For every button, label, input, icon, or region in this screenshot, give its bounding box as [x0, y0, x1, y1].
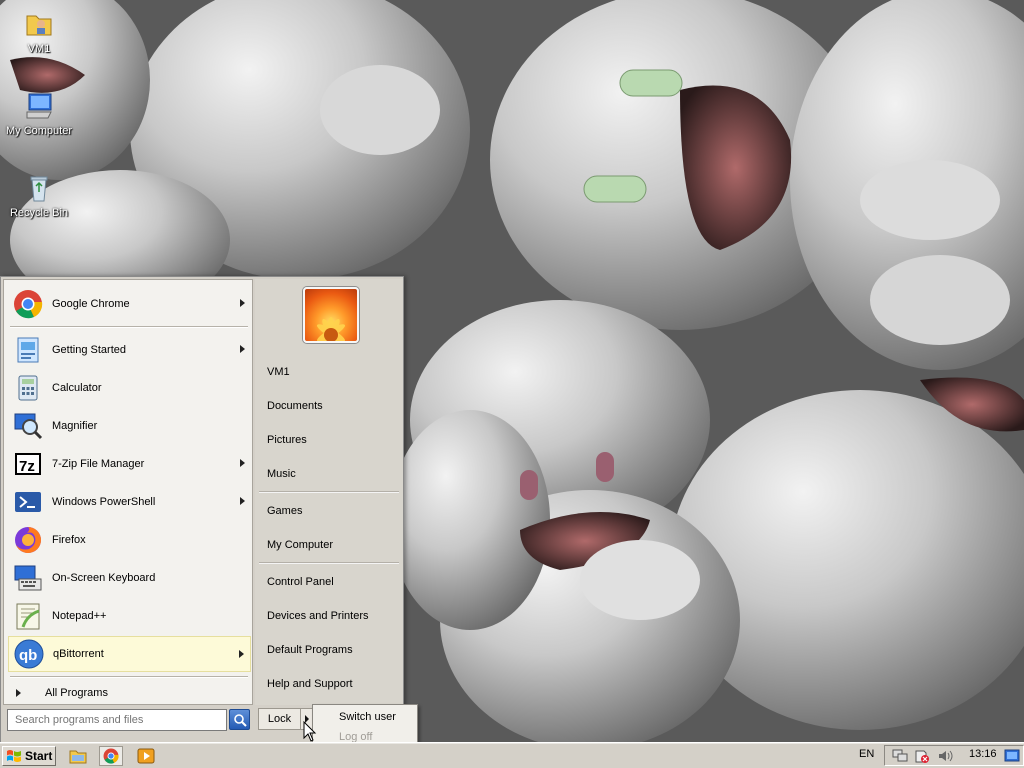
start-item-label: On-Screen Keyboard — [52, 572, 156, 584]
desktop-icon-label: VM1 — [27, 43, 51, 55]
start-item-onscreen-keyboard[interactable]: On-Screen Keyboard — [8, 560, 251, 596]
flower-avatar-icon — [317, 317, 345, 341]
desktop-icon-label: My Computer — [5, 125, 73, 137]
start-item-google-chrome[interactable]: Google Chrome — [8, 286, 251, 322]
submenu-arrow-icon — [239, 650, 244, 658]
start-search-input[interactable] — [7, 709, 227, 731]
submenu-arrow-icon — [240, 497, 245, 505]
language-indicator[interactable]: EN — [859, 748, 874, 760]
start-item-notepad-plus-plus[interactable]: Notepad++ — [8, 598, 251, 634]
network-icon[interactable] — [892, 749, 908, 763]
start-label: Start — [25, 749, 53, 763]
chrome-icon — [103, 748, 119, 764]
recycle-bin-icon — [23, 172, 55, 204]
qbittorrent-icon: qb — [13, 638, 45, 670]
places-item-user[interactable]: VM1 — [267, 362, 399, 382]
start-menu-places-pane: VM1 Documents Pictures Music Games My Co… — [255, 279, 403, 705]
start-item-label: 7-Zip File Manager — [52, 458, 145, 470]
show-desktop-icon[interactable] — [1004, 748, 1020, 764]
calculator-icon — [12, 372, 44, 404]
desktop-icon-my-computer[interactable]: My Computer — [1, 90, 77, 137]
start-item-powershell[interactable]: Windows PowerShell — [8, 484, 251, 520]
start-button[interactable]: Start — [2, 746, 56, 766]
start-item-label: Getting Started — [52, 344, 126, 356]
start-item-label: Magnifier — [52, 420, 98, 432]
getting-started-icon — [12, 334, 44, 366]
windows-flag-icon — [7, 750, 21, 762]
user-picture[interactable] — [303, 287, 359, 343]
taskbar-clock[interactable]: 13:16 — [969, 748, 997, 760]
start-item-getting-started[interactable]: Getting Started — [8, 332, 251, 368]
start-item-firefox[interactable]: Firefox — [8, 522, 251, 558]
media-player-icon — [137, 748, 155, 764]
svg-text:7z: 7z — [19, 458, 35, 475]
start-item-label: qBittorrent — [53, 648, 104, 660]
keyboard-icon — [12, 562, 44, 594]
places-item-devices-printers[interactable]: Devices and Printers — [267, 606, 399, 626]
submenu-arrow-icon — [240, 459, 245, 467]
search-icon — [233, 713, 247, 727]
quick-launch-media-player[interactable] — [134, 746, 158, 766]
notepad-plus-plus-icon — [12, 600, 44, 632]
volume-icon[interactable] — [938, 749, 954, 763]
quick-launch-chrome[interactable] — [99, 746, 123, 766]
search-button[interactable] — [229, 709, 250, 730]
start-item-7zip[interactable]: 7z 7-Zip File Manager — [8, 446, 251, 482]
menu-item-switch-user[interactable]: Switch user — [339, 711, 396, 723]
all-programs-button[interactable]: All Programs — [8, 682, 251, 704]
magnifier-icon — [12, 410, 44, 442]
quick-launch-explorer[interactable] — [66, 746, 90, 766]
desktop-icon-user-folder[interactable]: VM1 — [1, 8, 77, 55]
places-item-my-computer[interactable]: My Computer — [267, 535, 399, 555]
file-explorer-icon — [69, 750, 87, 764]
start-item-label: Google Chrome — [52, 298, 130, 310]
places-separator — [259, 562, 399, 563]
start-item-label: Firefox — [52, 534, 86, 546]
powershell-icon — [12, 486, 44, 518]
start-item-calculator[interactable]: Calculator — [8, 370, 251, 406]
lock-button[interactable]: Lock — [258, 708, 301, 730]
places-item-help-support[interactable]: Help and Support — [267, 674, 399, 694]
firefox-icon — [12, 524, 44, 556]
pinned-separator — [10, 326, 248, 327]
start-menu-programs-pane: Google Chrome Getting Started Calculator… — [3, 279, 253, 705]
places-item-control-panel[interactable]: Control Panel — [267, 572, 399, 592]
mouse-cursor-icon — [303, 721, 317, 742]
places-item-default-programs[interactable]: Default Programs — [267, 640, 399, 660]
places-separator — [259, 491, 399, 492]
submenu-arrow-icon — [240, 345, 245, 353]
all-programs-separator — [10, 676, 248, 677]
places-item-pictures[interactable]: Pictures — [267, 430, 399, 450]
all-programs-arrow-icon — [16, 689, 21, 697]
submenu-arrow-icon — [240, 299, 245, 307]
places-item-music[interactable]: Music — [267, 464, 399, 484]
svg-text:qb: qb — [19, 647, 37, 664]
start-item-magnifier[interactable]: Magnifier — [8, 408, 251, 444]
start-item-qbittorrent[interactable]: qb qBittorrent — [8, 636, 251, 672]
chrome-icon — [12, 288, 44, 320]
desktop-icon-recycle-bin[interactable]: Recycle Bin — [1, 172, 77, 219]
all-programs-label: All Programs — [45, 687, 108, 699]
start-item-label: Notepad++ — [52, 610, 107, 622]
start-item-label: Windows PowerShell — [52, 496, 156, 508]
start-item-label: Calculator — [52, 382, 102, 394]
seven-zip-icon: 7z — [12, 448, 44, 480]
computer-icon — [23, 90, 55, 122]
places-item-documents[interactable]: Documents — [267, 396, 399, 416]
desktop-icon-label: Recycle Bin — [9, 207, 69, 219]
places-item-games[interactable]: Games — [267, 501, 399, 521]
user-folder-icon — [23, 8, 55, 40]
start-menu: Google Chrome Getting Started Calculator… — [0, 276, 404, 742]
system-tray — [884, 745, 1024, 766]
action-center-icon[interactable] — [914, 749, 930, 763]
